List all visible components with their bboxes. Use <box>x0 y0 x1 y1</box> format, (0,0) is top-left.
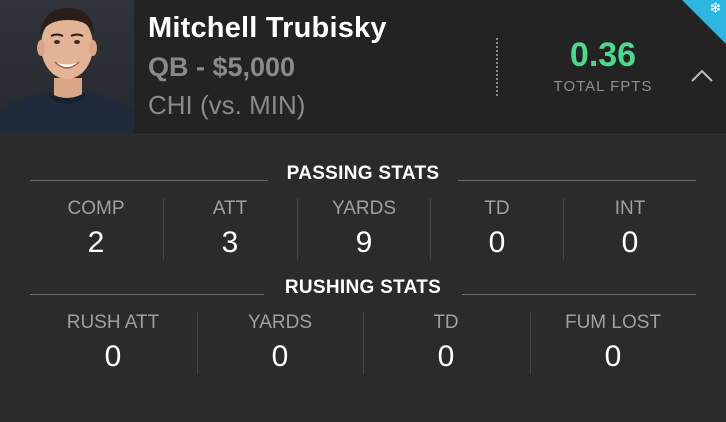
stat-rush-yards: YARDS 0 <box>197 312 363 374</box>
stat-rush-td: TD 0 <box>363 312 529 374</box>
stat-rush-att: RUSH ATT 0 <box>30 312 196 374</box>
stat-value: 9 <box>355 226 373 259</box>
chevron-up-icon <box>691 69 713 82</box>
stat-label: TD <box>433 312 459 333</box>
player-position-salary: QB - $5,000 <box>148 52 296 82</box>
passing-stats-title: PASSING STATS <box>286 163 440 184</box>
stat-label: ATT <box>212 198 248 219</box>
stat-value: 0 <box>104 340 122 373</box>
stat-td: TD 0 <box>431 198 563 260</box>
stat-fum-lost: FUM LOST 0 <box>530 312 696 374</box>
player-header: Mitchell Trubisky QB - $5,000 CHI (vs. M… <box>0 0 726 133</box>
stat-label: RUSH ATT <box>66 312 160 333</box>
stat-label: TD <box>484 198 510 219</box>
rushing-stats-title: RUSHING STATS <box>284 277 442 298</box>
stat-label: FUM LOST <box>564 312 662 333</box>
stat-comp: COMP 2 <box>30 198 162 260</box>
stat-int: INT 0 <box>564 198 696 260</box>
stat-value: 0 <box>621 226 639 259</box>
stat-label: INT <box>614 198 646 219</box>
stat-value: 0 <box>604 340 622 373</box>
corner-badge: ❄ <box>682 0 726 44</box>
stat-label: YARDS <box>247 312 313 333</box>
stat-value: 0 <box>271 340 289 373</box>
stat-value: 0 <box>437 340 455 373</box>
snowflake-icon: ❄ <box>709 0 722 17</box>
stat-yards: YARDS 9 <box>298 198 430 260</box>
player-photo <box>0 0 134 133</box>
total-fpts-label: TOTAL FPTS <box>553 78 653 95</box>
stat-value: 3 <box>221 226 239 259</box>
stat-label: YARDS <box>331 198 397 219</box>
total-fpts-value: 0.36 <box>569 36 637 74</box>
player-matchup: CHI (vs. MIN) <box>148 90 306 120</box>
stat-label: COMP <box>67 198 125 219</box>
player-name: Mitchell Trubisky <box>148 12 387 44</box>
stat-value: 2 <box>87 226 105 259</box>
stat-value: 0 <box>488 226 506 259</box>
collapse-button[interactable] <box>688 64 716 88</box>
player-stats-card: Mitchell Trubisky QB - $5,000 CHI (vs. M… <box>0 0 726 422</box>
header-divider <box>496 38 498 96</box>
stat-att: ATT 3 <box>164 198 296 260</box>
